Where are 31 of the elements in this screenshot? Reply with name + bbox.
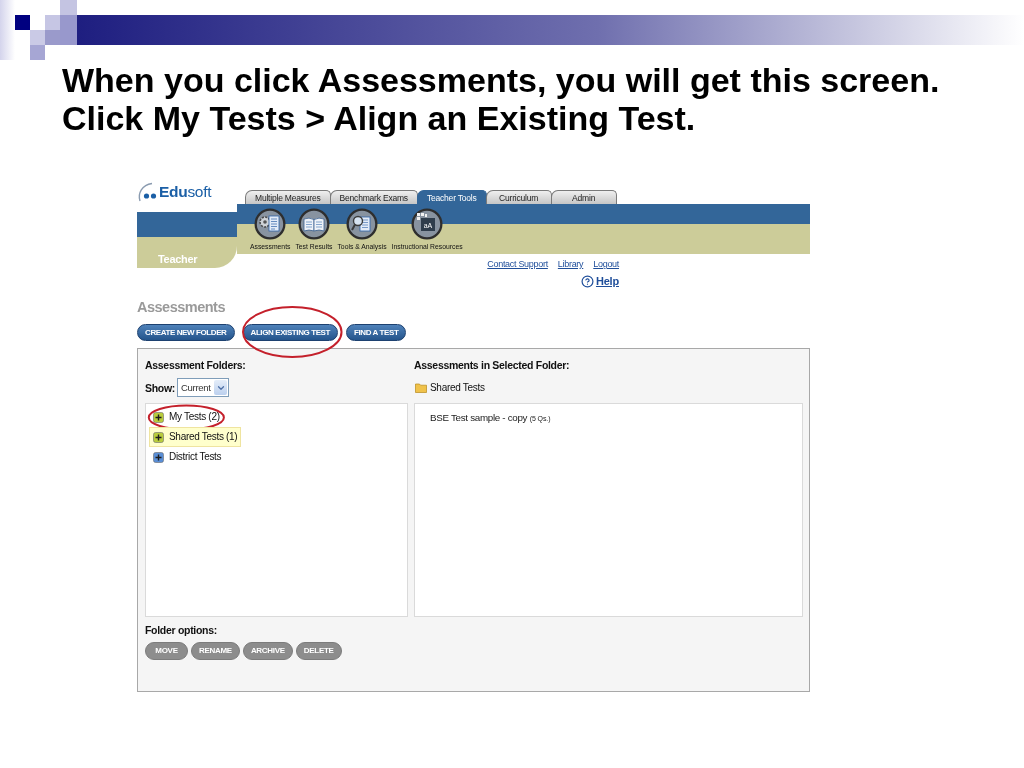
section-label: Teacher — [158, 252, 198, 266]
help-icon — [580, 274, 594, 288]
action-button[interactable]: FIND A TEST — [346, 324, 407, 341]
swoosh-dots-icon — [137, 182, 158, 202]
nav-tab[interactable]: Admin — [550, 190, 617, 204]
help-link[interactable]: Help — [580, 274, 619, 288]
nav-tab[interactable]: Multiple Measures — [245, 190, 331, 204]
gear-document-icon — [254, 208, 287, 240]
show-select[interactable]: Current — [177, 378, 229, 397]
folder-tree-item[interactable]: Shared Tests (1) — [149, 427, 242, 447]
slide-title-line: Click My Tests > Align an Existing Test. — [62, 99, 696, 137]
header-link[interactable]: Logout — [593, 258, 619, 270]
logo-wordmark: Edusoft — [159, 182, 212, 202]
magnifier-document-icon — [346, 208, 378, 240]
panel-heading: Assessments in Selected Folder: — [414, 358, 570, 372]
page-heading: Assessments — [137, 299, 225, 315]
nav-tab[interactable]: Teacher Tools — [416, 190, 487, 204]
folder-name: Shared Tests — [430, 382, 485, 393]
header-link[interactable]: Contact Support — [487, 258, 548, 270]
folder-tree-item[interactable]: District Tests — [149, 447, 226, 467]
show-label: Show: — [145, 381, 175, 394]
action-button[interactable]: CREATE NEW FOLDER — [137, 324, 235, 341]
header-link[interactable]: Library — [557, 258, 584, 270]
open-book-icon — [297, 208, 330, 240]
folder-options-label: Folder options: — [145, 623, 217, 637]
folder-icon — [415, 382, 427, 393]
nav-tab[interactable]: Curriculum — [485, 190, 552, 204]
nav-tab[interactable]: Benchmark Exams — [329, 190, 418, 204]
action-button[interactable]: ALIGN EXISTING TEST — [242, 324, 339, 341]
slide-title-line: When you click Assessments, you will get this screen. — [62, 61, 940, 99]
panel-heading: Assessment Folders: — [145, 358, 246, 372]
